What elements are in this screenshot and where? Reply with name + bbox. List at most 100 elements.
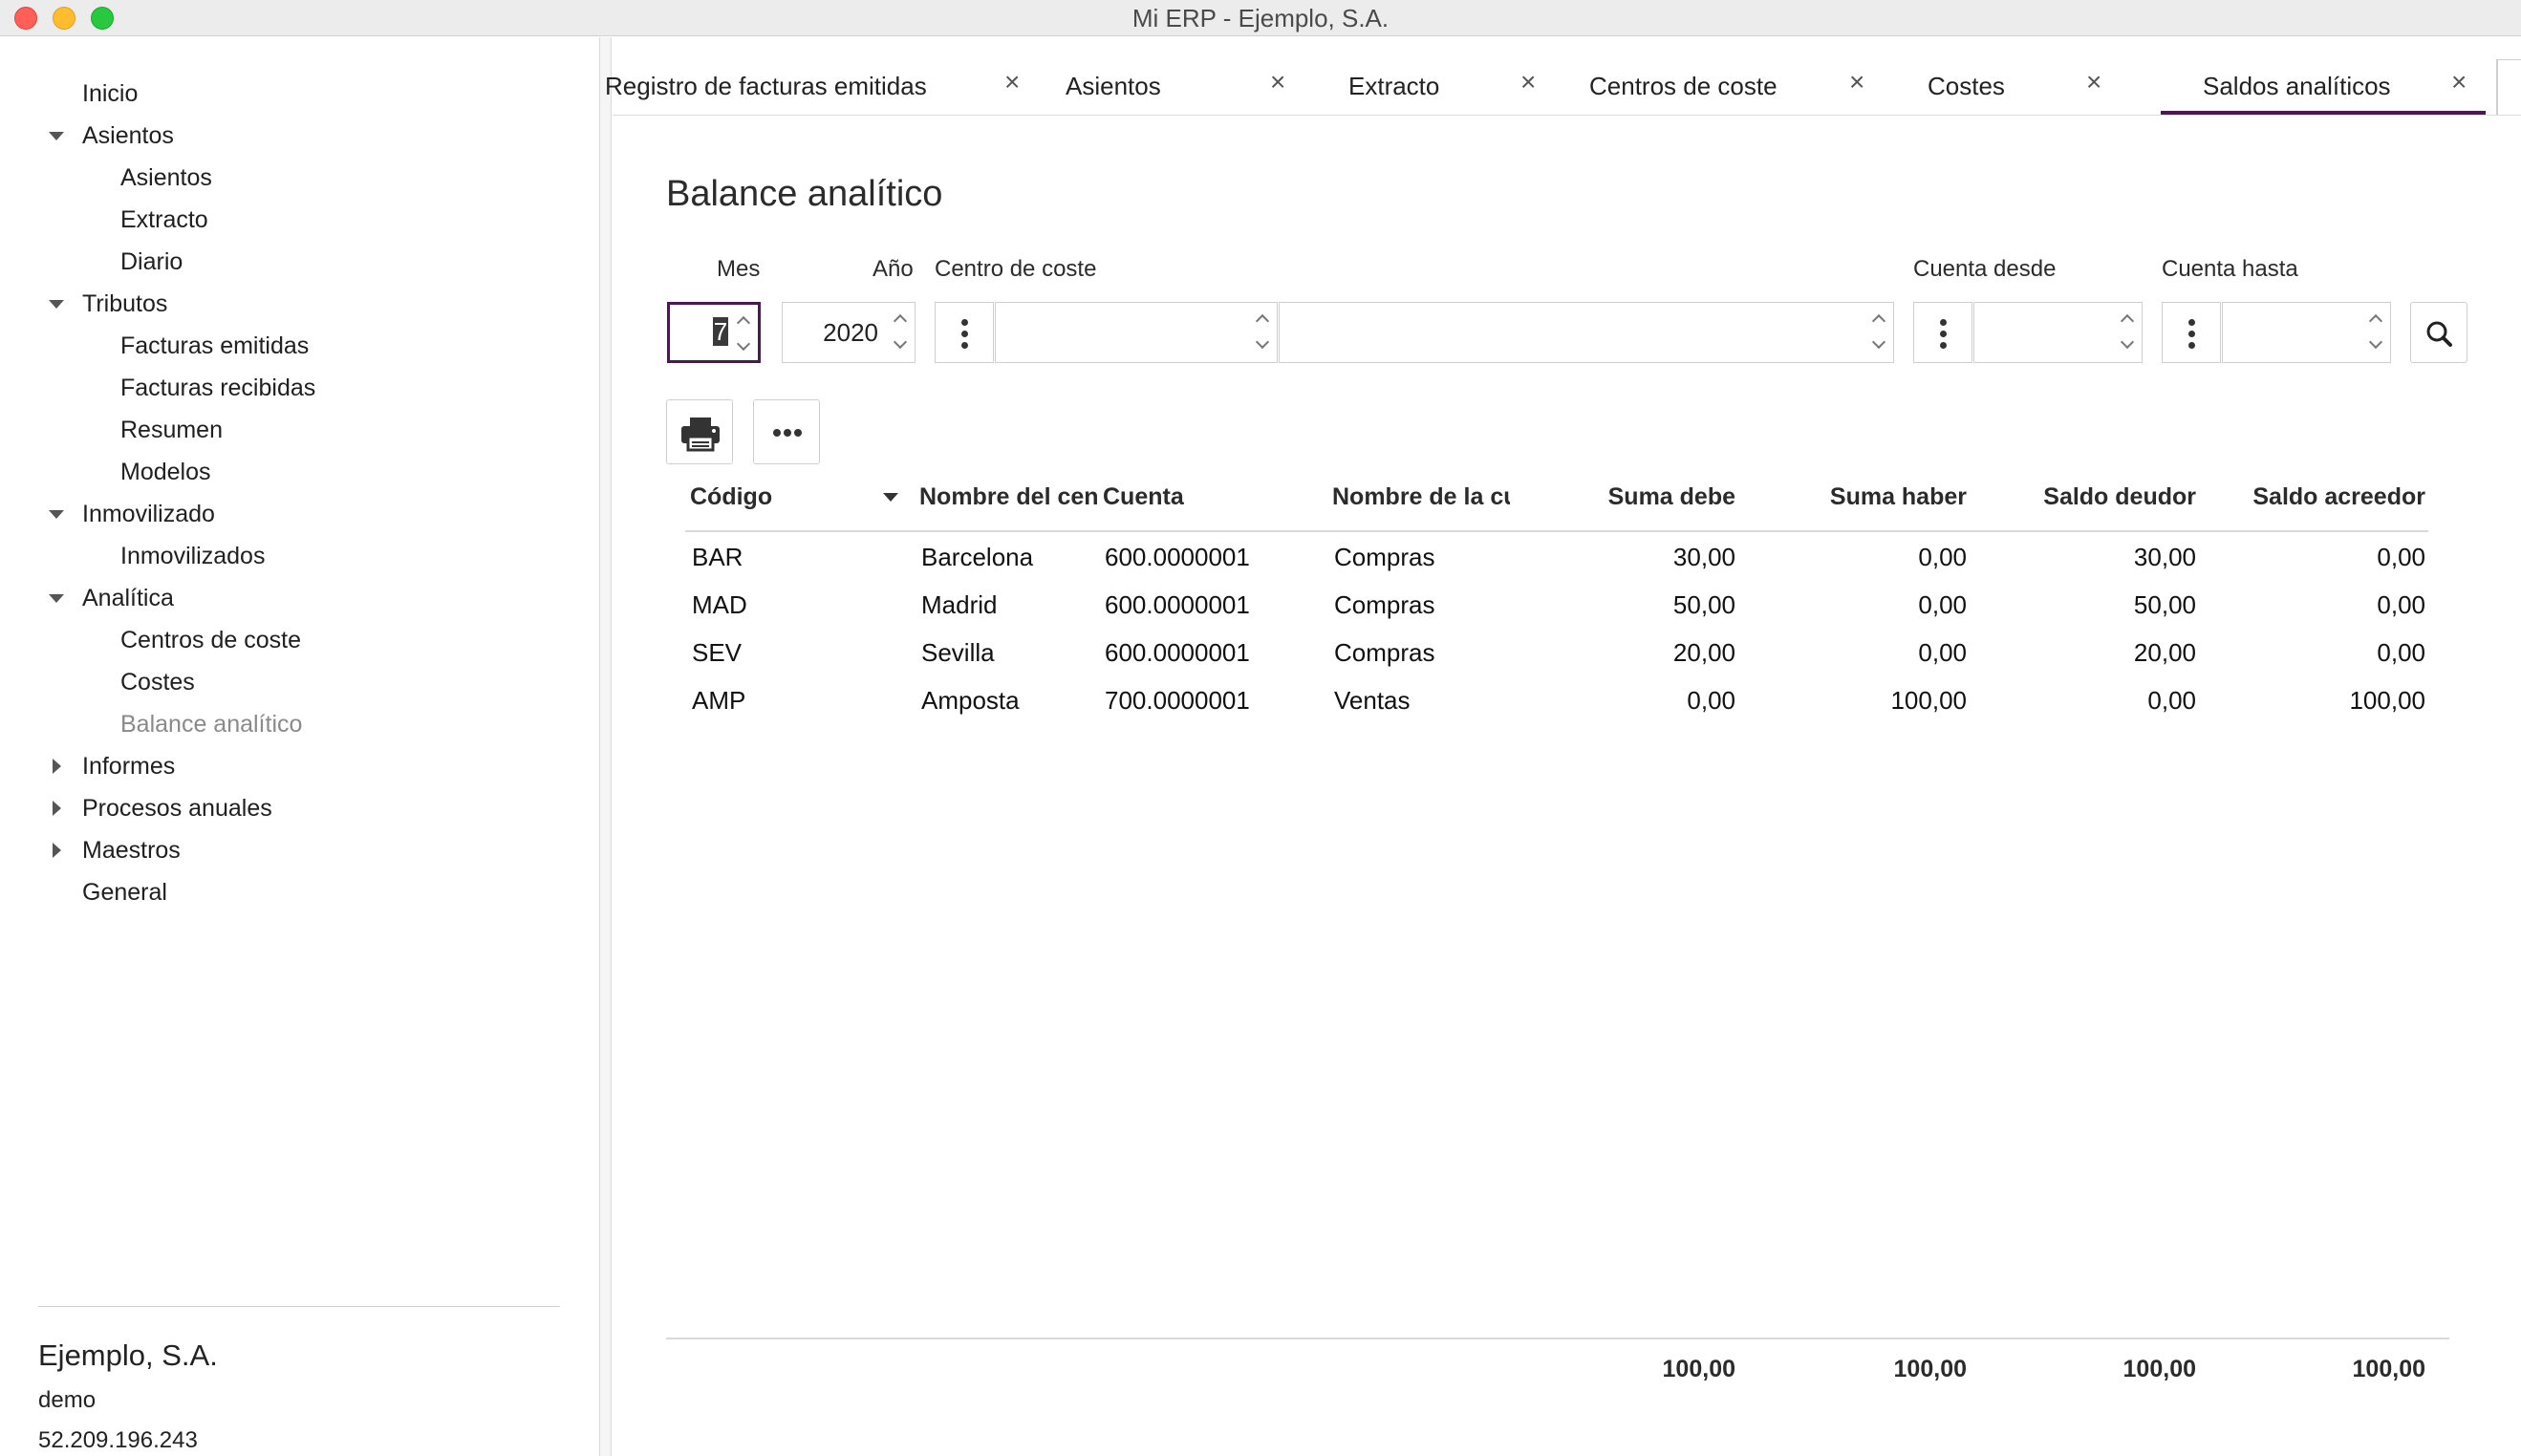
- search-button[interactable]: [2410, 302, 2467, 363]
- table-cell: 0,00: [2377, 543, 2425, 571]
- table-cell: 600.0000001: [1105, 638, 1250, 667]
- mes-value: 7: [713, 317, 728, 346]
- sidebar-item-inicio[interactable]: Inicio: [82, 77, 138, 110]
- tab-label: Registro de facturas emitidas: [605, 72, 927, 100]
- chevron-right-icon[interactable]: [53, 759, 61, 774]
- table-row[interactable]: SEV Sevilla 600.0000001 Compras 20,00 0,00 20,…: [0, 629, 2521, 676]
- chevron-right-icon[interactable]: [53, 801, 61, 816]
- close-tab-icon[interactable]: ×: [1270, 69, 1285, 96]
- anio-spin-arrows[interactable]: [892, 312, 907, 354]
- sidebar-item-diario[interactable]: Diario: [120, 246, 183, 278]
- column-header[interactable]: Saldo acreedor: [2213, 483, 2425, 511]
- column-header[interactable]: Nombre del cen: [919, 483, 1101, 511]
- sidebar-item-asientos[interactable]: Asientos: [82, 119, 174, 152]
- table-cell: 0,00: [1918, 543, 1967, 571]
- cuenta-hasta-lookup-button[interactable]: [2162, 302, 2221, 363]
- close-tab-icon[interactable]: ×: [2086, 69, 2101, 96]
- centro-name-spin-arrows[interactable]: [1870, 312, 1885, 354]
- sidebar-item-facturas-recibidas[interactable]: Facturas recibidas: [120, 372, 315, 404]
- tab-asientos[interactable]: Asientos ×: [1041, 37, 1293, 116]
- total-value: 100,00: [2352, 1356, 2425, 1382]
- tab-saldos-analíticos[interactable]: Saldos analíticos ×: [2161, 37, 2486, 116]
- table-cell: AMP: [692, 686, 746, 715]
- table-cell: 0,00: [2377, 590, 2425, 619]
- sidebar-item-facturas-emitidas[interactable]: Facturas emitidas: [120, 330, 309, 362]
- totals-divider: [666, 1338, 2449, 1339]
- anio-stepper[interactable]: 2020: [782, 302, 916, 363]
- cuenta-desde-field[interactable]: [1973, 302, 2143, 363]
- sidebar-item-extracto[interactable]: Extracto: [120, 203, 208, 236]
- table-cell: Sevilla: [921, 638, 995, 667]
- centro-code-field[interactable]: [995, 302, 1278, 363]
- close-tab-icon[interactable]: ×: [2451, 69, 2467, 96]
- sidebar-item-inmovilizado[interactable]: Inmovilizado: [82, 498, 215, 530]
- tab-bar: Registro de facturas emitidas × Asientos × E…: [605, 37, 2521, 116]
- sidebar-item-procesos-anuales[interactable]: Procesos anuales: [82, 792, 272, 824]
- sidebar-item-modelos[interactable]: Modelos: [120, 456, 211, 488]
- close-tab-icon[interactable]: ×: [1004, 69, 1020, 96]
- more-horizontal-icon: [773, 429, 802, 437]
- chevron-right-icon[interactable]: [53, 843, 61, 858]
- print-button[interactable]: [666, 399, 733, 464]
- table-cell: 100,00: [1890, 686, 1967, 715]
- window-titlebar: Mi ERP - Ejemplo, S.A.: [0, 0, 2521, 36]
- mes-label: Mes: [717, 256, 761, 282]
- chevron-down-icon[interactable]: [49, 510, 64, 519]
- total-value: 100,00: [1662, 1356, 1735, 1382]
- cuenta-hasta-field[interactable]: [2222, 302, 2391, 363]
- table-row[interactable]: BAR Barcelona 600.0000001 Compras 30,00 0,00 3…: [0, 533, 2521, 581]
- sidebar-item-asientos[interactable]: Asientos: [120, 161, 212, 194]
- company-user: demo: [38, 1387, 97, 1413]
- table-cell: 600.0000001: [1105, 590, 1250, 619]
- table-cell: 0,00: [1687, 686, 1735, 715]
- table-cell: Compras: [1334, 638, 1435, 667]
- more-options-button[interactable]: [753, 399, 820, 464]
- tab-costes[interactable]: Costes ×: [1880, 37, 2119, 116]
- divider: [38, 1306, 560, 1307]
- table-row[interactable]: MAD Madrid 600.0000001 Compras 50,00 0,00 50,0…: [0, 581, 2521, 629]
- table-cell: SEV: [692, 638, 743, 667]
- header-divider: [685, 530, 2428, 532]
- tab-centros-de-coste[interactable]: Centros de coste ×: [1543, 37, 1880, 116]
- centro-name-field[interactable]: [1279, 302, 1894, 363]
- table-cell: 100,00: [2349, 686, 2425, 715]
- table-row[interactable]: AMP Amposta 700.0000001 Ventas 0,00 100,00 0,0…: [0, 676, 2521, 724]
- tab-label: Centros de coste: [1589, 72, 1778, 100]
- cuenta-desde-lookup-button[interactable]: [1913, 302, 1972, 363]
- centro-lookup-button[interactable]: [935, 302, 994, 363]
- active-tab-indicator: [2161, 111, 2486, 115]
- cuenta-hasta-spin-arrows[interactable]: [2367, 312, 2382, 354]
- cuenta-hasta-label: Cuenta hasta: [2162, 256, 2298, 282]
- column-header[interactable]: Saldo deudor: [1984, 483, 2196, 511]
- chevron-down-icon[interactable]: [49, 300, 64, 309]
- chevron-down-icon[interactable]: [49, 132, 64, 140]
- sidebar-item-resumen[interactable]: Resumen: [120, 414, 223, 446]
- close-tab-icon[interactable]: ×: [1520, 69, 1536, 96]
- tab-registro-de-facturas-emitidas[interactable]: Registro de facturas emitidas ×: [605, 37, 1041, 116]
- sidebar-item-tributos[interactable]: Tributos: [82, 288, 167, 320]
- table-cell: MAD: [692, 590, 747, 619]
- column-header[interactable]: Cuenta: [1103, 483, 1294, 511]
- column-header[interactable]: Nombre de la cu: [1332, 483, 1510, 511]
- tab-extracto[interactable]: Extracto ×: [1293, 37, 1543, 116]
- column-header[interactable]: Suma haber: [1755, 483, 1967, 511]
- company-ip: 52.209.196.243: [38, 1427, 198, 1453]
- table-cell: Ventas: [1334, 686, 1411, 715]
- sort-desc-icon[interactable]: [883, 493, 898, 502]
- cuenta-desde-spin-arrows[interactable]: [2119, 312, 2134, 354]
- table-cell: 50,00: [1672, 590, 1735, 619]
- total-value: 100,00: [1893, 1356, 1967, 1382]
- window-title: Mi ERP - Ejemplo, S.A.: [1131, 4, 1390, 32]
- column-header[interactable]: Código: [690, 483, 881, 511]
- centro-spin-arrows[interactable]: [1254, 312, 1269, 354]
- mes-spin-arrows[interactable]: [735, 314, 750, 356]
- column-header[interactable]: Suma debe: [1525, 483, 1735, 511]
- sidebar-item-informes[interactable]: Informes: [82, 750, 175, 782]
- sidebar-item-general[interactable]: General: [82, 876, 167, 909]
- table-cell: 0,00: [2147, 686, 2196, 715]
- table-cell: 20,00: [2133, 638, 2196, 667]
- sidebar-item-maestros[interactable]: Maestros: [82, 834, 181, 867]
- sidebar-splitter[interactable]: [600, 37, 612, 1456]
- close-tab-icon[interactable]: ×: [1849, 69, 1864, 96]
- tab-label: Asientos: [1066, 72, 1161, 100]
